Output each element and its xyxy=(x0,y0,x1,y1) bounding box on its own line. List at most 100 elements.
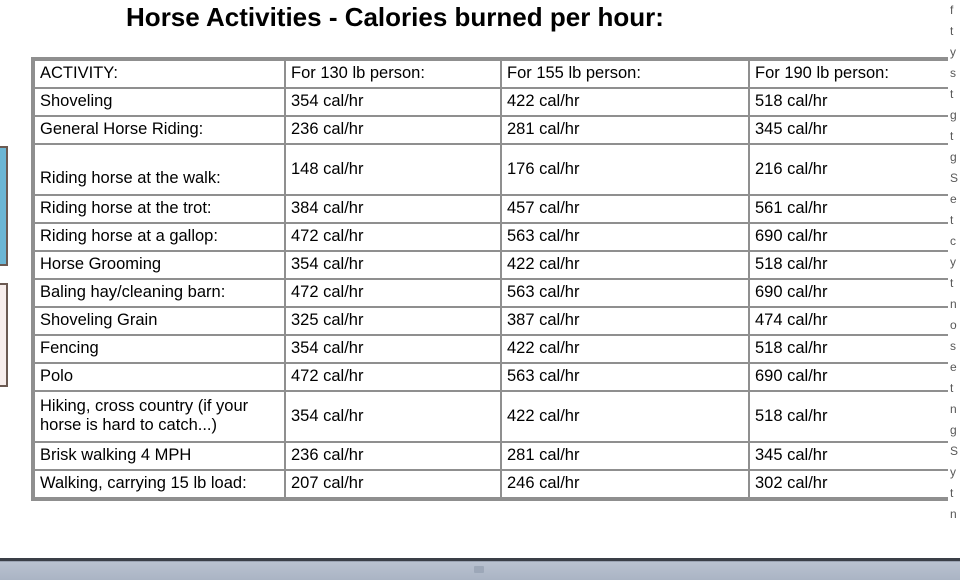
cell-w155: 563 cal/hr xyxy=(501,363,749,391)
cell-w190: 690 cal/hr xyxy=(749,279,949,307)
sliver-line: t xyxy=(950,213,954,227)
left-edge-pink-callout xyxy=(0,283,8,387)
cell-w130: 354 cal/hr xyxy=(285,88,501,116)
cell-w130: 472 cal/hr xyxy=(285,279,501,307)
sliver-line: S xyxy=(950,171,959,185)
sliver-line: S xyxy=(950,444,959,458)
cell-activity: Riding horse at the trot: xyxy=(34,195,285,223)
cell-w190: 474 cal/hr xyxy=(749,307,949,335)
cell-activity: Shoveling xyxy=(34,88,285,116)
column-header-w155: For 155 lb person: xyxy=(501,60,749,88)
sliver-line: o xyxy=(950,318,957,332)
cell-activity: Walking, carrying 15 lb load: xyxy=(34,470,285,498)
sliver-line: y xyxy=(950,255,956,269)
cell-w155: 563 cal/hr xyxy=(501,279,749,307)
table-row: Walking, carrying 15 lb load: 207 cal/hr 2… xyxy=(34,470,949,498)
sliver-line: g xyxy=(950,423,957,437)
cell-activity: Shoveling Grain xyxy=(34,307,285,335)
cell-w190: 345 cal/hr xyxy=(749,116,949,144)
cell-w155: 422 cal/hr xyxy=(501,391,749,442)
sliver-line: t xyxy=(950,276,954,290)
sliver-line: t xyxy=(950,129,954,143)
sliver-line: t xyxy=(950,87,954,101)
cell-w190: 690 cal/hr xyxy=(749,223,949,251)
table-row: General Horse Riding: 236 cal/hr 281 cal/h… xyxy=(34,116,949,144)
sliver-line: t xyxy=(950,381,954,395)
cell-w130: 354 cal/hr xyxy=(285,391,501,442)
cell-activity: Horse Grooming xyxy=(34,251,285,279)
cell-w130: 354 cal/hr xyxy=(285,335,501,363)
sliver-line: y xyxy=(950,465,956,479)
table-row: Horse Grooming 354 cal/hr 422 cal/hr 518 ca… xyxy=(34,251,949,279)
table-row: Shoveling 354 cal/hr 422 cal/hr 518 cal/hr xyxy=(34,88,949,116)
cell-w190: 302 cal/hr xyxy=(749,470,949,498)
sliver-line: n xyxy=(950,297,957,311)
cell-w130: 472 cal/hr xyxy=(285,363,501,391)
sliver-line: y xyxy=(950,45,956,59)
sliver-line: t xyxy=(950,486,954,500)
cell-w130: 207 cal/hr xyxy=(285,470,501,498)
sliver-line: g xyxy=(950,150,957,164)
table-row: Polo 472 cal/hr 563 cal/hr 690 cal/hr xyxy=(34,363,949,391)
sliver-line: t xyxy=(950,24,954,38)
cell-w130: 384 cal/hr xyxy=(285,195,501,223)
cell-activity: Fencing xyxy=(34,335,285,363)
cell-w155: 422 cal/hr xyxy=(501,88,749,116)
cell-activity: Riding horse at a gallop: xyxy=(34,223,285,251)
right-edge-text-sliver: ftystgtgSetcytnosetngSytn xyxy=(948,0,960,556)
cell-w155: 246 cal/hr xyxy=(501,470,749,498)
cell-w190: 561 cal/hr xyxy=(749,195,949,223)
table-row: Riding horse at the trot: 384 cal/hr 457 c… xyxy=(34,195,949,223)
column-header-activity: ACTIVITY: xyxy=(34,60,285,88)
cell-activity: Baling hay/cleaning barn: xyxy=(34,279,285,307)
table-row: Fencing 354 cal/hr 422 cal/hr 518 cal/hr xyxy=(34,335,949,363)
column-header-w130: For 130 lb person: xyxy=(285,60,501,88)
document-page: Horse Activities - Calories burned per h… xyxy=(0,0,960,580)
table-row: Riding horse at a gallop: 472 cal/hr 563 c… xyxy=(34,223,949,251)
sliver-line: e xyxy=(950,192,957,206)
cell-w130: 354 cal/hr xyxy=(285,251,501,279)
sliver-line: g xyxy=(950,108,957,122)
cell-activity: Riding horse at the walk: xyxy=(34,144,285,195)
cell-w155: 281 cal/hr xyxy=(501,442,749,470)
sliver-line: e xyxy=(950,360,957,374)
cell-w190: 518 cal/hr xyxy=(749,88,949,116)
cell-w155: 387 cal/hr xyxy=(501,307,749,335)
cell-w190: 216 cal/hr xyxy=(749,144,949,195)
left-edge-blue-callout xyxy=(0,146,8,266)
cell-w190: 518 cal/hr xyxy=(749,335,949,363)
cell-w190: 690 cal/hr xyxy=(749,363,949,391)
sliver-line: n xyxy=(950,402,957,416)
cell-activity: Hiking, cross country (if your horse is … xyxy=(34,391,285,442)
cell-w130: 236 cal/hr xyxy=(285,116,501,144)
cell-w155: 422 cal/hr xyxy=(501,251,749,279)
table-row: Hiking, cross country (if your horse is … xyxy=(34,391,949,442)
cell-w155: 457 cal/hr xyxy=(501,195,749,223)
column-header-w190: For 190 lb person: xyxy=(749,60,949,88)
sliver-line: c xyxy=(950,234,956,248)
table-row: Brisk walking 4 MPH 236 cal/hr 281 cal/hr 3… xyxy=(34,442,949,470)
cell-w130: 325 cal/hr xyxy=(285,307,501,335)
cell-w130: 148 cal/hr xyxy=(285,144,501,195)
page-title: Horse Activities - Calories burned per h… xyxy=(126,2,664,32)
sliver-line: s xyxy=(950,339,956,353)
table-row: Baling hay/cleaning barn: 472 cal/hr 563 c… xyxy=(34,279,949,307)
cell-w155: 281 cal/hr xyxy=(501,116,749,144)
cell-activity: General Horse Riding: xyxy=(34,116,285,144)
table-header-row: ACTIVITY: For 130 lb person: For 155 lb pe… xyxy=(34,60,949,88)
cell-w155: 176 cal/hr xyxy=(501,144,749,195)
table-row: Shoveling Grain 325 cal/hr 387 cal/hr 474 c… xyxy=(34,307,949,335)
cell-w155: 563 cal/hr xyxy=(501,223,749,251)
cell-w190: 518 cal/hr xyxy=(749,251,949,279)
table-row: Riding horse at the walk: 148 cal/hr 176 c… xyxy=(34,144,949,195)
sliver-line: n xyxy=(950,507,957,521)
cell-w190: 345 cal/hr xyxy=(749,442,949,470)
cell-activity: Polo xyxy=(34,363,285,391)
sliver-line: f xyxy=(950,3,954,17)
cell-w155: 422 cal/hr xyxy=(501,335,749,363)
sliver-line: s xyxy=(950,66,956,80)
cell-w190: 518 cal/hr xyxy=(749,391,949,442)
cell-w130: 472 cal/hr xyxy=(285,223,501,251)
splitter-grip-handle[interactable] xyxy=(474,566,484,573)
cell-w130: 236 cal/hr xyxy=(285,442,501,470)
